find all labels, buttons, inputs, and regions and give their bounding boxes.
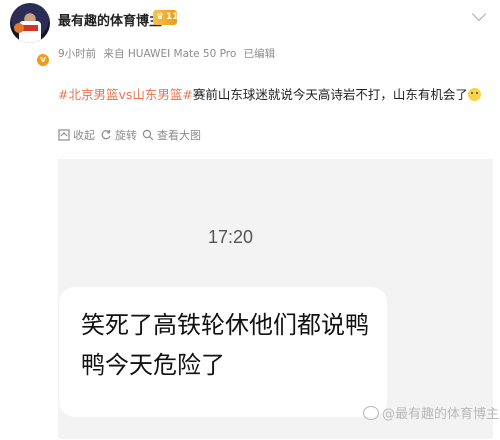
post-source: 来自 HUAWEI Mate 50 Pro xyxy=(103,48,237,60)
member-level: 11 xyxy=(166,12,179,22)
rotate-button[interactable]: 旋转 xyxy=(100,127,137,143)
member-level-badge[interactable]: ♛ 11 xyxy=(153,10,179,25)
chat-message: 笑死了高铁轮休他们都说鸭鸭今天危险了 xyxy=(81,311,369,379)
post-time: 9小时前 xyxy=(58,48,97,60)
post-image[interactable]: 17:20 笑死了高铁轮休他们都说鸭鸭今天危险了 @最有趣的体育博主 xyxy=(58,159,499,439)
chevron-down-icon[interactable] xyxy=(471,6,487,22)
image-watermark: @最有趣的体育博主 xyxy=(363,403,499,422)
collapse-label: 收起 xyxy=(73,129,95,142)
post-body: 赛前山东球迷就说今天高诗岩不打，山东有机会了 xyxy=(192,87,468,102)
post-meta: 9小时前 来自 HUAWEI Mate 50 Pro 已编辑 xyxy=(58,46,279,61)
smile-emoji-icon xyxy=(467,88,481,101)
magnify-icon xyxy=(142,129,154,141)
collapse-button[interactable]: 收起 xyxy=(58,127,95,143)
weibo-logo-icon xyxy=(363,406,379,420)
post-edited[interactable]: 已编辑 xyxy=(244,48,276,60)
avatar-basketball xyxy=(14,23,24,33)
avatar[interactable] xyxy=(10,3,50,43)
collapse-icon xyxy=(58,129,70,141)
watermark-text: @最有趣的体育博主 xyxy=(382,407,500,422)
view-large-label: 查看大图 xyxy=(157,129,201,142)
rotate-icon xyxy=(101,130,111,140)
chat-timestamp: 17:20 xyxy=(207,227,254,247)
chat-bubble: 笑死了高铁轮休他们都说鸭鸭今天危险了 xyxy=(59,287,387,417)
rotate-label: 旋转 xyxy=(115,129,137,142)
author-name[interactable]: 最有趣的体育博主 xyxy=(58,10,162,29)
crown-icon: ♛ xyxy=(156,12,165,22)
verified-badge-icon: v xyxy=(36,53,50,67)
view-large-button[interactable]: 查看大图 xyxy=(142,127,201,143)
avatar-jersey-number xyxy=(22,25,38,31)
post-text: #北京男篮vs山东男篮#赛前山东球迷就说今天高诗岩不打，山东有机会了 xyxy=(58,84,498,103)
hashtag-link[interactable]: #北京男篮vs山东男篮# xyxy=(58,87,193,102)
